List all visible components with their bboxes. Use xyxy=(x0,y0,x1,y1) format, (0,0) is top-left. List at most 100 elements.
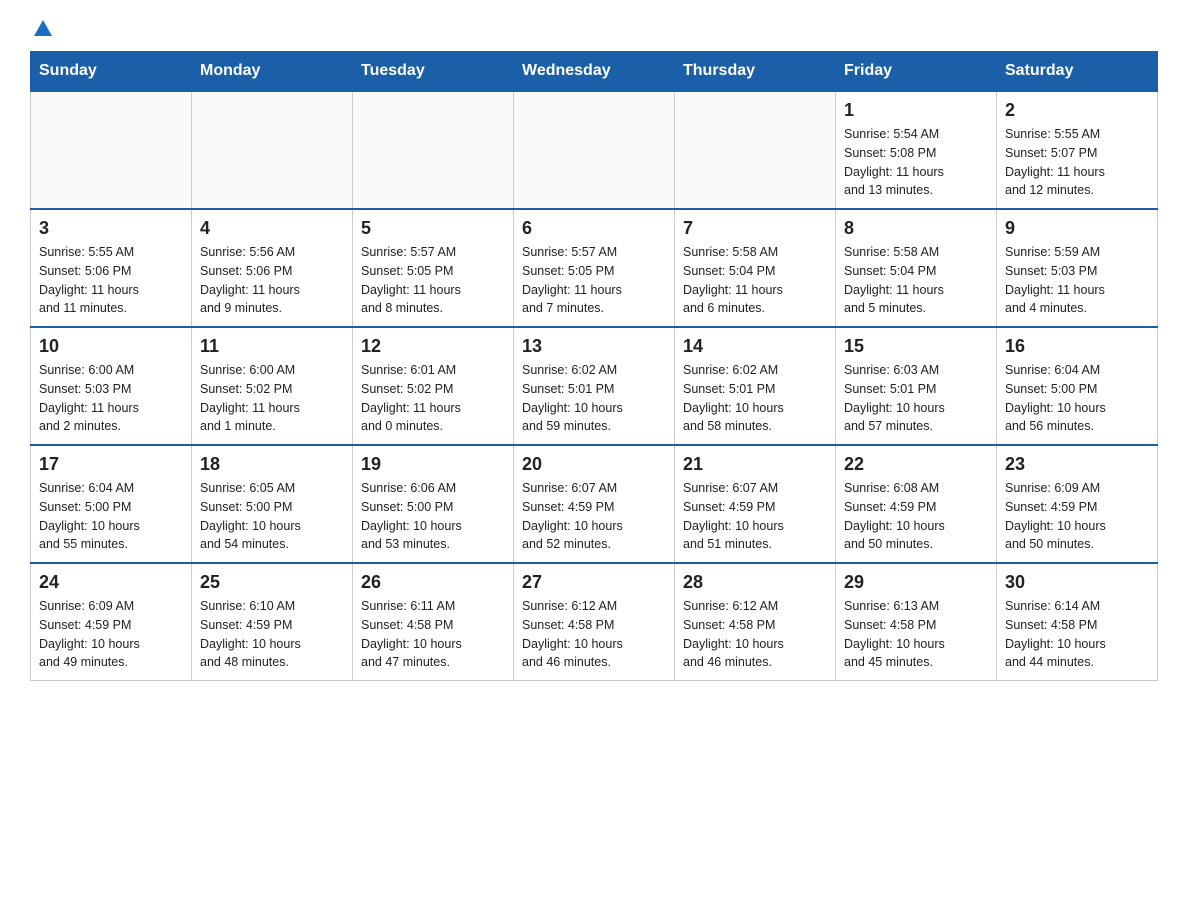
day-info: Sunrise: 6:09 AMSunset: 4:59 PMDaylight:… xyxy=(39,597,183,672)
calendar-cell xyxy=(31,91,192,209)
day-info: Sunrise: 6:09 AMSunset: 4:59 PMDaylight:… xyxy=(1005,479,1149,554)
day-number: 15 xyxy=(844,336,988,357)
day-info: Sunrise: 5:55 AMSunset: 5:06 PMDaylight:… xyxy=(39,243,183,318)
day-info: Sunrise: 6:13 AMSunset: 4:58 PMDaylight:… xyxy=(844,597,988,672)
day-info: Sunrise: 6:07 AMSunset: 4:59 PMDaylight:… xyxy=(683,479,827,554)
day-info: Sunrise: 5:58 AMSunset: 5:04 PMDaylight:… xyxy=(844,243,988,318)
day-info: Sunrise: 5:54 AMSunset: 5:08 PMDaylight:… xyxy=(844,125,988,200)
calendar-header-row: SundayMondayTuesdayWednesdayThursdayFrid… xyxy=(31,52,1158,92)
calendar-cell: 28 Sunrise: 6:12 AMSunset: 4:58 PMDayligh… xyxy=(675,563,836,681)
calendar-cell: 1 Sunrise: 5:54 AMSunset: 5:08 PMDaylight… xyxy=(836,91,997,209)
calendar-cell: 8 Sunrise: 5:58 AMSunset: 5:04 PMDaylight… xyxy=(836,209,997,327)
day-number: 24 xyxy=(39,572,183,593)
day-info: Sunrise: 6:06 AMSunset: 5:00 PMDaylight:… xyxy=(361,479,505,554)
calendar-cell: 10Sunrise: 6:00 AMSunset: 5:03 PMDayligh… xyxy=(31,327,192,445)
column-header-friday: Friday xyxy=(836,52,997,92)
calendar-cell: 11 Sunrise: 6:00 AMSunset: 5:02 PMDayligh… xyxy=(192,327,353,445)
day-number: 5 xyxy=(361,218,505,239)
calendar-cell: 20Sunrise: 6:07 AMSunset: 4:59 PMDayligh… xyxy=(514,445,675,563)
calendar-cell: 7 Sunrise: 5:58 AMSunset: 5:04 PMDaylight… xyxy=(675,209,836,327)
calendar-week-row: 24 Sunrise: 6:09 AMSunset: 4:59 PMDayligh… xyxy=(31,563,1158,681)
calendar-cell xyxy=(675,91,836,209)
calendar-cell xyxy=(514,91,675,209)
day-number: 21 xyxy=(683,454,827,475)
day-info: Sunrise: 6:12 AMSunset: 4:58 PMDaylight:… xyxy=(522,597,666,672)
calendar-cell: 25 Sunrise: 6:10 AMSunset: 4:59 PMDayligh… xyxy=(192,563,353,681)
day-number: 10 xyxy=(39,336,183,357)
day-number: 23 xyxy=(1005,454,1149,475)
calendar-cell: 18 Sunrise: 6:05 AMSunset: 5:00 PMDayligh… xyxy=(192,445,353,563)
calendar-cell: 21 Sunrise: 6:07 AMSunset: 4:59 PMDayligh… xyxy=(675,445,836,563)
column-header-thursday: Thursday xyxy=(675,52,836,92)
day-number: 13 xyxy=(522,336,666,357)
column-header-wednesday: Wednesday xyxy=(514,52,675,92)
day-number: 19 xyxy=(361,454,505,475)
logo xyxy=(30,20,52,41)
column-header-monday: Monday xyxy=(192,52,353,92)
calendar-week-row: 10Sunrise: 6:00 AMSunset: 5:03 PMDayligh… xyxy=(31,327,1158,445)
day-info: Sunrise: 6:11 AMSunset: 4:58 PMDaylight:… xyxy=(361,597,505,672)
day-number: 1 xyxy=(844,100,988,121)
day-info: Sunrise: 5:57 AMSunset: 5:05 PMDaylight:… xyxy=(361,243,505,318)
day-info: Sunrise: 5:56 AMSunset: 5:06 PMDaylight:… xyxy=(200,243,344,318)
day-number: 26 xyxy=(361,572,505,593)
day-info: Sunrise: 6:00 AMSunset: 5:02 PMDaylight:… xyxy=(200,361,344,436)
day-info: Sunrise: 6:03 AMSunset: 5:01 PMDaylight:… xyxy=(844,361,988,436)
calendar-cell: 5 Sunrise: 5:57 AMSunset: 5:05 PMDaylight… xyxy=(353,209,514,327)
calendar-cell: 15 Sunrise: 6:03 AMSunset: 5:01 PMDayligh… xyxy=(836,327,997,445)
calendar-cell: 6 Sunrise: 5:57 AMSunset: 5:05 PMDaylight… xyxy=(514,209,675,327)
calendar-cell: 27 Sunrise: 6:12 AMSunset: 4:58 PMDayligh… xyxy=(514,563,675,681)
day-number: 29 xyxy=(844,572,988,593)
day-number: 18 xyxy=(200,454,344,475)
calendar-cell: 30Sunrise: 6:14 AMSunset: 4:58 PMDayligh… xyxy=(997,563,1158,681)
page-header xyxy=(30,20,1158,41)
day-number: 3 xyxy=(39,218,183,239)
day-info: Sunrise: 5:57 AMSunset: 5:05 PMDaylight:… xyxy=(522,243,666,318)
day-info: Sunrise: 6:12 AMSunset: 4:58 PMDaylight:… xyxy=(683,597,827,672)
calendar-cell: 2 Sunrise: 5:55 AMSunset: 5:07 PMDaylight… xyxy=(997,91,1158,209)
day-number: 14 xyxy=(683,336,827,357)
calendar-cell: 29 Sunrise: 6:13 AMSunset: 4:58 PMDayligh… xyxy=(836,563,997,681)
calendar-cell: 14Sunrise: 6:02 AMSunset: 5:01 PMDayligh… xyxy=(675,327,836,445)
day-number: 7 xyxy=(683,218,827,239)
day-info: Sunrise: 6:14 AMSunset: 4:58 PMDaylight:… xyxy=(1005,597,1149,672)
day-info: Sunrise: 6:02 AMSunset: 5:01 PMDaylight:… xyxy=(522,361,666,436)
day-number: 11 xyxy=(200,336,344,357)
calendar-week-row: 3 Sunrise: 5:55 AMSunset: 5:06 PMDaylight… xyxy=(31,209,1158,327)
day-number: 16 xyxy=(1005,336,1149,357)
calendar-week-row: 1 Sunrise: 5:54 AMSunset: 5:08 PMDaylight… xyxy=(31,91,1158,209)
calendar-cell: 16Sunrise: 6:04 AMSunset: 5:00 PMDayligh… xyxy=(997,327,1158,445)
day-info: Sunrise: 6:05 AMSunset: 5:00 PMDaylight:… xyxy=(200,479,344,554)
day-info: Sunrise: 6:08 AMSunset: 4:59 PMDaylight:… xyxy=(844,479,988,554)
day-info: Sunrise: 5:58 AMSunset: 5:04 PMDaylight:… xyxy=(683,243,827,318)
day-number: 25 xyxy=(200,572,344,593)
day-number: 12 xyxy=(361,336,505,357)
calendar-cell: 23 Sunrise: 6:09 AMSunset: 4:59 PMDayligh… xyxy=(997,445,1158,563)
day-info: Sunrise: 5:55 AMSunset: 5:07 PMDaylight:… xyxy=(1005,125,1149,200)
calendar-cell: 13 Sunrise: 6:02 AMSunset: 5:01 PMDayligh… xyxy=(514,327,675,445)
calendar-cell: 12Sunrise: 6:01 AMSunset: 5:02 PMDayligh… xyxy=(353,327,514,445)
day-number: 20 xyxy=(522,454,666,475)
day-number: 2 xyxy=(1005,100,1149,121)
calendar-cell xyxy=(192,91,353,209)
day-number: 17 xyxy=(39,454,183,475)
logo-triangle-icon xyxy=(34,20,52,41)
calendar-cell: 4 Sunrise: 5:56 AMSunset: 5:06 PMDaylight… xyxy=(192,209,353,327)
calendar-cell: 9 Sunrise: 5:59 AMSunset: 5:03 PMDaylight… xyxy=(997,209,1158,327)
column-header-tuesday: Tuesday xyxy=(353,52,514,92)
day-number: 8 xyxy=(844,218,988,239)
day-info: Sunrise: 5:59 AMSunset: 5:03 PMDaylight:… xyxy=(1005,243,1149,318)
day-number: 6 xyxy=(522,218,666,239)
day-number: 22 xyxy=(844,454,988,475)
calendar-week-row: 17 Sunrise: 6:04 AMSunset: 5:00 PMDayligh… xyxy=(31,445,1158,563)
day-info: Sunrise: 6:10 AMSunset: 4:59 PMDaylight:… xyxy=(200,597,344,672)
calendar-cell: 26 Sunrise: 6:11 AMSunset: 4:58 PMDayligh… xyxy=(353,563,514,681)
day-info: Sunrise: 6:04 AMSunset: 5:00 PMDaylight:… xyxy=(39,479,183,554)
calendar-cell: 3 Sunrise: 5:55 AMSunset: 5:06 PMDaylight… xyxy=(31,209,192,327)
calendar-cell: 17 Sunrise: 6:04 AMSunset: 5:00 PMDayligh… xyxy=(31,445,192,563)
day-number: 4 xyxy=(200,218,344,239)
calendar-cell: 24 Sunrise: 6:09 AMSunset: 4:59 PMDayligh… xyxy=(31,563,192,681)
day-number: 9 xyxy=(1005,218,1149,239)
day-number: 28 xyxy=(683,572,827,593)
day-number: 27 xyxy=(522,572,666,593)
